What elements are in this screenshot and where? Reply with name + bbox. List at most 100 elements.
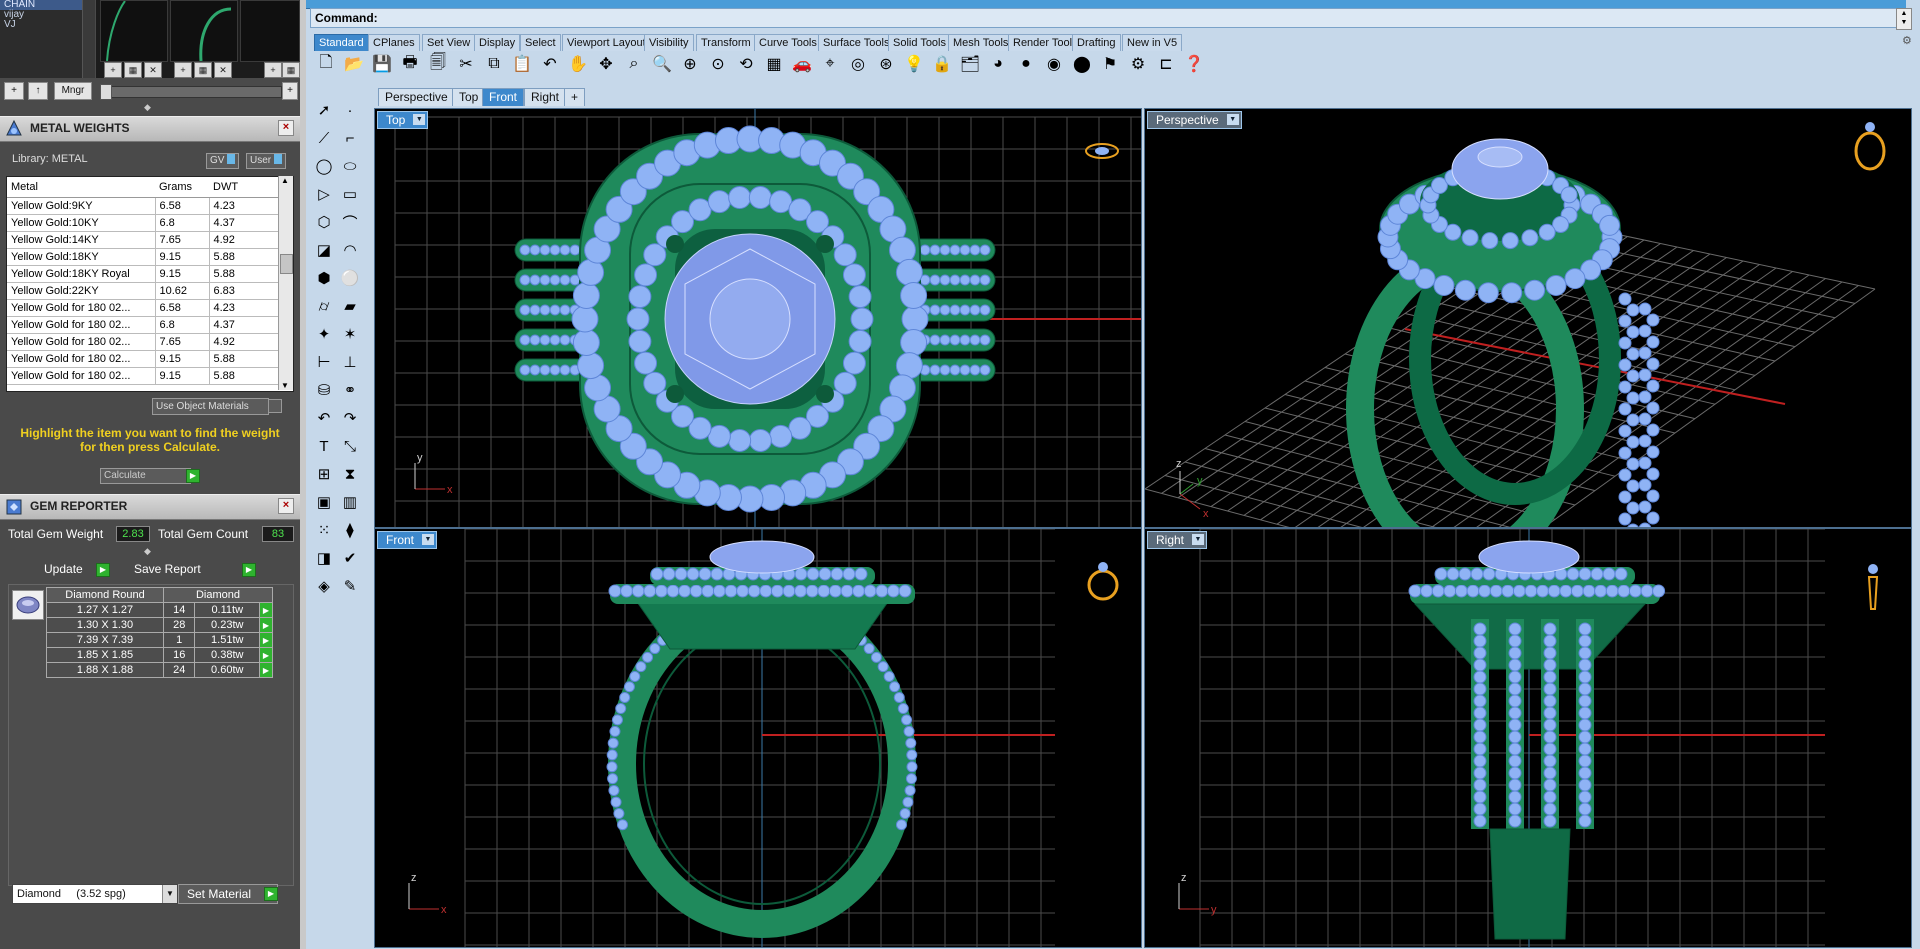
cylinder-icon[interactable]: ⌭: [312, 294, 336, 318]
toolbar-tab[interactable]: Viewport Layout: [562, 34, 651, 51]
update-button[interactable]: Update: [44, 562, 83, 577]
zoom-window-icon[interactable]: 🔍: [650, 52, 674, 76]
surface-icon[interactable]: ◪: [312, 238, 336, 262]
viewport-label[interactable]: Top ▼: [377, 111, 429, 129]
grid-icon[interactable]: ▦: [124, 62, 142, 78]
gem-table[interactable]: Diamond Round Diamond 1.27 X 1.27 14 0.11t…: [46, 587, 273, 678]
explode-icon[interactable]: ✶: [338, 322, 362, 346]
slider-handle[interactable]: [100, 84, 112, 100]
toolbar-tab[interactable]: New in V5: [1122, 34, 1183, 51]
layout-icon[interactable]: ▣: [312, 490, 336, 514]
options-gear-icon[interactable]: ⚙: [1126, 52, 1150, 76]
zoom-icon[interactable]: ⌕: [622, 52, 646, 76]
toolbar-tab[interactable]: Select: [520, 34, 561, 51]
close-icon[interactable]: ×: [278, 498, 294, 514]
table-row[interactable]: 1.30 X 1.30 28 0.23tw ▶: [46, 617, 273, 633]
split-icon[interactable]: ⊥: [338, 350, 362, 374]
layer-icon[interactable]: 🗂: [958, 52, 982, 76]
check-icon[interactable]: ✔: [338, 546, 362, 570]
scale-icon[interactable]: ⤡: [338, 434, 362, 458]
save-icon[interactable]: 💾: [370, 52, 394, 76]
splitter-handle-icon[interactable]: ◆: [144, 102, 154, 112]
open-folder-icon[interactable]: 📂: [342, 52, 366, 76]
flag-icon[interactable]: ⚑: [1098, 52, 1122, 76]
chevron-down-icon[interactable]: ▼: [413, 114, 426, 125]
text-icon[interactable]: T: [312, 434, 336, 458]
toolbar-tab[interactable]: Display: [474, 34, 521, 51]
join-icon[interactable]: ⚭: [338, 378, 362, 402]
select-gem-icon[interactable]: ▶: [259, 617, 273, 633]
column-header[interactable]: DWT: [209, 177, 279, 198]
add-viewport-tab[interactable]: +: [564, 88, 586, 106]
calculate-go-icon[interactable]: ▶: [186, 469, 200, 483]
properties-icon[interactable]: 🗐: [426, 52, 450, 76]
add-layer-icon[interactable]: +: [4, 82, 24, 100]
gumball-snap-icon[interactable]: ⧫: [338, 518, 362, 542]
select-gem-icon[interactable]: ▶: [259, 632, 273, 648]
chevron-down-icon[interactable]: ▼: [162, 885, 177, 903]
layers-scrollbar[interactable]: [82, 0, 95, 78]
toolbar-tab[interactable]: Mesh Tools: [948, 34, 1014, 51]
thumbnail-2[interactable]: [170, 0, 238, 62]
table-row[interactable]: Yellow Gold for 180 02... 7.65 4.92: [7, 333, 279, 351]
cut-icon[interactable]: ✂: [454, 52, 478, 76]
dimension-icon[interactable]: ⊏: [1154, 52, 1178, 76]
plus-icon[interactable]: +: [174, 62, 192, 78]
point-icon[interactable]: ·: [338, 98, 362, 122]
zoom-extents-icon[interactable]: ⊕: [678, 52, 702, 76]
thumbnail-1[interactable]: [100, 0, 168, 62]
point-snap-icon[interactable]: ⌖: [818, 52, 842, 76]
render-sphere-icon[interactable]: ◉: [1042, 52, 1066, 76]
zoom-selected-icon[interactable]: ⊙: [706, 52, 730, 76]
undo-icon[interactable]: ↶: [538, 52, 562, 76]
add-thumbnail-icon[interactable]: +: [282, 82, 298, 100]
undo-view-icon[interactable]: ⟲: [734, 52, 758, 76]
viewport-label[interactable]: Perspective ▼: [1147, 111, 1242, 129]
ellipse-icon[interactable]: ⬭: [338, 154, 362, 178]
color-wheel-icon[interactable]: ◕: [986, 52, 1010, 76]
toolbar-tab[interactable]: Set View: [422, 34, 476, 51]
table-row[interactable]: Yellow Gold for 180 02... 9.15 5.88: [7, 367, 279, 385]
offset-icon[interactable]: ↷: [338, 406, 362, 430]
metal-table-scrollbar[interactable]: ▲ ▼: [278, 176, 293, 390]
material-select[interactable]: Diamond (3.52 spg) ▼: [12, 884, 178, 904]
rotate-view-icon[interactable]: ✥: [594, 52, 618, 76]
save-report-go-icon[interactable]: ▶: [242, 563, 256, 577]
table-row[interactable]: Yellow Gold:18KY Royal 9.15 5.88: [7, 265, 279, 283]
scroll-thumb[interactable]: [280, 254, 293, 274]
boolean-icon[interactable]: ✦: [312, 322, 336, 346]
curve-icon[interactable]: ⌒: [338, 210, 362, 234]
toolbar-tab[interactable]: Standard: [314, 34, 369, 51]
table-row[interactable]: Yellow Gold:14KY 7.65 4.92: [7, 231, 279, 249]
trim-icon[interactable]: ⊢: [312, 350, 336, 374]
chevron-down-icon[interactable]: ▼: [1192, 534, 1205, 545]
light-bulb-icon[interactable]: 💡: [902, 52, 926, 76]
toolbar-tab[interactable]: Visibility: [644, 34, 694, 51]
command-line[interactable]: Command:: [310, 8, 1898, 28]
use-object-materials-checkbox[interactable]: [268, 399, 282, 413]
lock-icon[interactable]: 🔒: [930, 52, 954, 76]
car-shaded-icon[interactable]: 🚗: [790, 52, 814, 76]
thumbnail-size-slider[interactable]: [102, 86, 282, 98]
viewport-perspective[interactable]: x y z Perspective ▼: [1144, 108, 1912, 528]
table-row[interactable]: Yellow Gold:22KY 10.62 6.83: [7, 282, 279, 300]
cplane-icon[interactable]: ◎: [846, 52, 870, 76]
help-icon[interactable]: ❓: [1182, 52, 1206, 76]
toolbar-tab[interactable]: Drafting: [1072, 34, 1121, 51]
select-gem-icon[interactable]: ▶: [259, 647, 273, 663]
calculate-button[interactable]: Calculate: [100, 468, 191, 484]
layers-list[interactable]: CHAIN vijay VJ: [0, 0, 82, 78]
paint-icon[interactable]: ✎: [338, 574, 362, 598]
viewport-label[interactable]: Right ▼: [1147, 531, 1208, 549]
toolbar-tab[interactable]: Curve Tools: [754, 34, 822, 51]
plus-icon[interactable]: +: [104, 62, 122, 78]
table-row[interactable]: 1.27 X 1.27 14 0.11tw ▶: [46, 602, 273, 618]
pan-hand-icon[interactable]: ✋: [566, 52, 590, 76]
column-header[interactable]: Grams: [155, 177, 209, 198]
circle-icon[interactable]: ◯: [312, 154, 336, 178]
control-points-icon[interactable]: ⌐: [338, 126, 362, 150]
table-row[interactable]: Yellow Gold for 180 02... 6.58 4.23: [7, 299, 279, 317]
metal-table[interactable]: Metal Grams DWT Yellow Gold:9KY 6.58 4.23 Y…: [6, 176, 294, 392]
table-row[interactable]: Yellow Gold:9KY 6.58 4.23: [7, 197, 279, 215]
gumball-icon[interactable]: ⊛: [874, 52, 898, 76]
